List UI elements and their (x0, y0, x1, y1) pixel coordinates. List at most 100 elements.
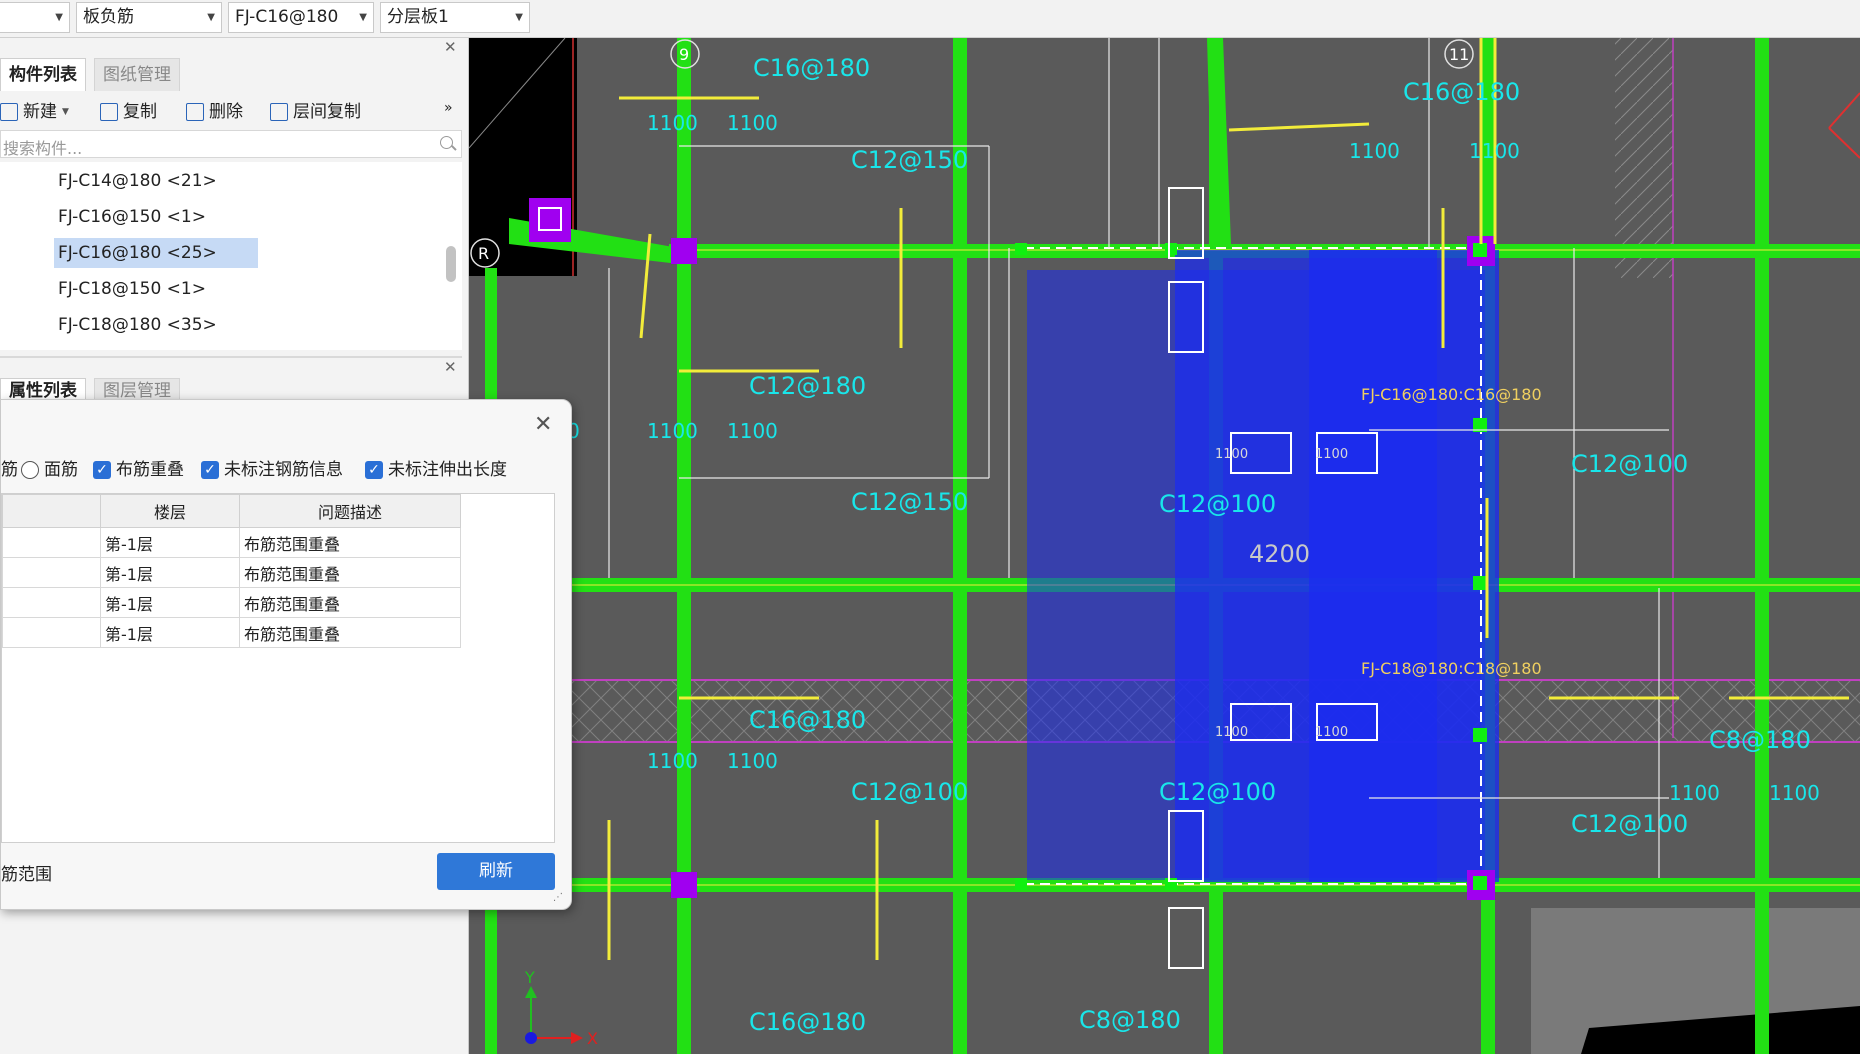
dim-text: 1100 (647, 111, 698, 135)
radio-face-rebar[interactable]: 面筋 (21, 458, 78, 482)
list-item[interactable]: FJ-C14@180 <21> (54, 166, 221, 196)
cad-canvas[interactable]: C12@150 C12@150 C12@100 C12@100 C12@100 … (469, 38, 1860, 1054)
table-row[interactable]: 第-1层 布筋范围重叠 (2, 527, 461, 558)
copy-button-label: 复制 (123, 102, 157, 122)
checkbox-unmarked-info[interactable]: ✓ 未标注钢筋信息 (201, 458, 343, 482)
checkbox-checked-icon[interactable]: ✓ (93, 461, 111, 479)
radio-icon[interactable] (21, 461, 39, 479)
chevron-down-icon: ▼ (207, 12, 215, 23)
ucs-axes: Y X (524, 968, 598, 1048)
close-icon[interactable]: ✕ (444, 38, 457, 56)
annotation-text: C12@100 (1159, 778, 1276, 806)
grid-label: R (478, 244, 489, 263)
grid-label: 11 (1449, 45, 1469, 64)
column-header[interactable]: 问题描述 (239, 494, 461, 528)
list-item-selected[interactable]: FJ-C16@180 <25> (54, 238, 258, 268)
chevron-down-icon: ▼ (62, 107, 69, 117)
component-list: FJ-C14@180 <21> FJ-C16@150 <1> FJ-C16@18… (0, 162, 462, 350)
table-row[interactable]: 第-1层 布筋范围重叠 (2, 617, 461, 648)
annotation-text: C16@180 (1403, 78, 1520, 106)
delete-button[interactable]: 删除 (186, 98, 243, 126)
checkbox-checked-icon[interactable]: ✓ (201, 461, 219, 479)
dim-text: 1100 (1315, 447, 1348, 462)
annotation-text: FJ-C18@180:C18@180 (1361, 659, 1542, 678)
dim-text: 1100 (727, 419, 778, 443)
new-button[interactable]: 新建 ▼ (0, 98, 69, 126)
selected-rebar-area[interactable] (1309, 250, 1499, 882)
trash-icon (186, 103, 204, 121)
cad-drawing[interactable]: C12@150 C12@150 C12@100 C12@100 C12@100 … (469, 38, 1860, 1054)
annotation-text: C12@180 (749, 372, 866, 400)
table-cell: 第-1层 (100, 617, 240, 648)
annotation-text: C12@100 (1571, 810, 1688, 838)
chevron-down-icon: ▼ (359, 12, 367, 23)
annotation-text: C16@180 (749, 706, 866, 734)
chevron-down-icon: ▼ (55, 12, 63, 23)
expand-icon[interactable]: » (444, 100, 453, 116)
checkbox-checked-icon[interactable]: ✓ (365, 461, 383, 479)
table-cell (2, 527, 101, 558)
list-item[interactable]: FJ-C18@180 <35> (54, 310, 221, 340)
checkbox-unmarked-length[interactable]: ✓ 未标注伸出长度 (365, 458, 507, 482)
floor-copy-button-label: 层间复制 (293, 102, 361, 122)
column-header[interactable]: 楼层 (100, 494, 240, 528)
checkbox-overlap-label: 布筋重叠 (116, 460, 184, 480)
dim-text: 1100 (727, 749, 778, 773)
close-icon[interactable]: ✕ (444, 358, 457, 376)
search-icon[interactable] (440, 136, 453, 149)
copy-button[interactable]: 复制 (100, 98, 157, 126)
table-cell: 第-1层 (100, 557, 240, 588)
component-combo[interactable]: FJ-C16@180 ▼ (228, 2, 374, 33)
new-button-label: 新建 (23, 102, 57, 122)
table-row[interactable]: 第-1层 布筋范围重叠 (2, 587, 461, 618)
table-cell (2, 587, 101, 618)
refresh-button[interactable]: 刷新 (437, 853, 555, 890)
list-scrollbar[interactable] (446, 246, 456, 282)
table-cell (2, 617, 101, 648)
annotation-text: C12@100 (851, 778, 968, 806)
table-cell: 布筋范围重叠 (239, 527, 461, 558)
dim-text: 1100 (727, 111, 778, 135)
annotation-text: C8@180 (1079, 1006, 1181, 1034)
layer-combo[interactable]: 分层板1 ▼ (380, 2, 530, 33)
column-header[interactable] (2, 494, 101, 528)
annotation-text: C12@100 (1159, 490, 1276, 518)
chevron-down-icon: ▼ (515, 12, 523, 23)
annotation-text: C16@180 (753, 54, 870, 82)
radio-partial[interactable]: 筋 (1, 458, 18, 482)
radio-face-label: 面筋 (44, 460, 78, 480)
resize-grip-icon[interactable]: ⋰ (553, 892, 563, 903)
dim-text: 1100 (1769, 781, 1820, 805)
tab-drawings[interactable]: 图纸管理 (94, 58, 180, 91)
grid-bubbles: 9 11 R (470, 39, 1474, 268)
annotation-text: C12@150 (851, 146, 968, 174)
annotation-text: C8@180 (1709, 726, 1811, 754)
category-combo[interactable]: 板负筋 ▼ (76, 2, 222, 33)
floor-combo[interactable]: ▼ (0, 2, 70, 33)
marker-icon (1828, 92, 1860, 129)
grid-label: 9 (679, 45, 689, 64)
dim-text: 1100 (647, 749, 698, 773)
dim-text: 1100 (1469, 139, 1520, 163)
floor-copy-button[interactable]: 层间复制 (270, 98, 361, 126)
floor-copy-icon (270, 103, 288, 121)
search-placeholder: 搜索构件... (3, 139, 83, 158)
checkbox-overlap[interactable]: ✓ 布筋重叠 (93, 458, 184, 482)
divider (0, 356, 462, 358)
close-icon[interactable]: ✕ (534, 412, 552, 437)
checkbox-unmarked-length-label: 未标注伸出长度 (388, 460, 507, 480)
delete-button-label: 删除 (209, 102, 243, 122)
list-item[interactable]: FJ-C16@150 <1> (54, 202, 210, 232)
table-cell: 布筋范围重叠 (239, 617, 461, 648)
axis-label-y: Y (524, 968, 535, 987)
table-cell: 第-1层 (100, 587, 240, 618)
list-item[interactable]: FJ-C18@150 <1> (54, 274, 210, 304)
tab-components[interactable]: 构件列表 (0, 58, 86, 91)
component-search[interactable]: 搜索构件... (0, 130, 462, 158)
table-cell (2, 557, 101, 588)
category-combo-value: 板负筋 (83, 7, 134, 27)
dim-text: 1100 (647, 419, 698, 443)
range-label: 筋范围 (1, 865, 52, 885)
table-row[interactable]: 第-1层 布筋范围重叠 (2, 557, 461, 588)
annotation-text: 4200 (1249, 540, 1310, 568)
